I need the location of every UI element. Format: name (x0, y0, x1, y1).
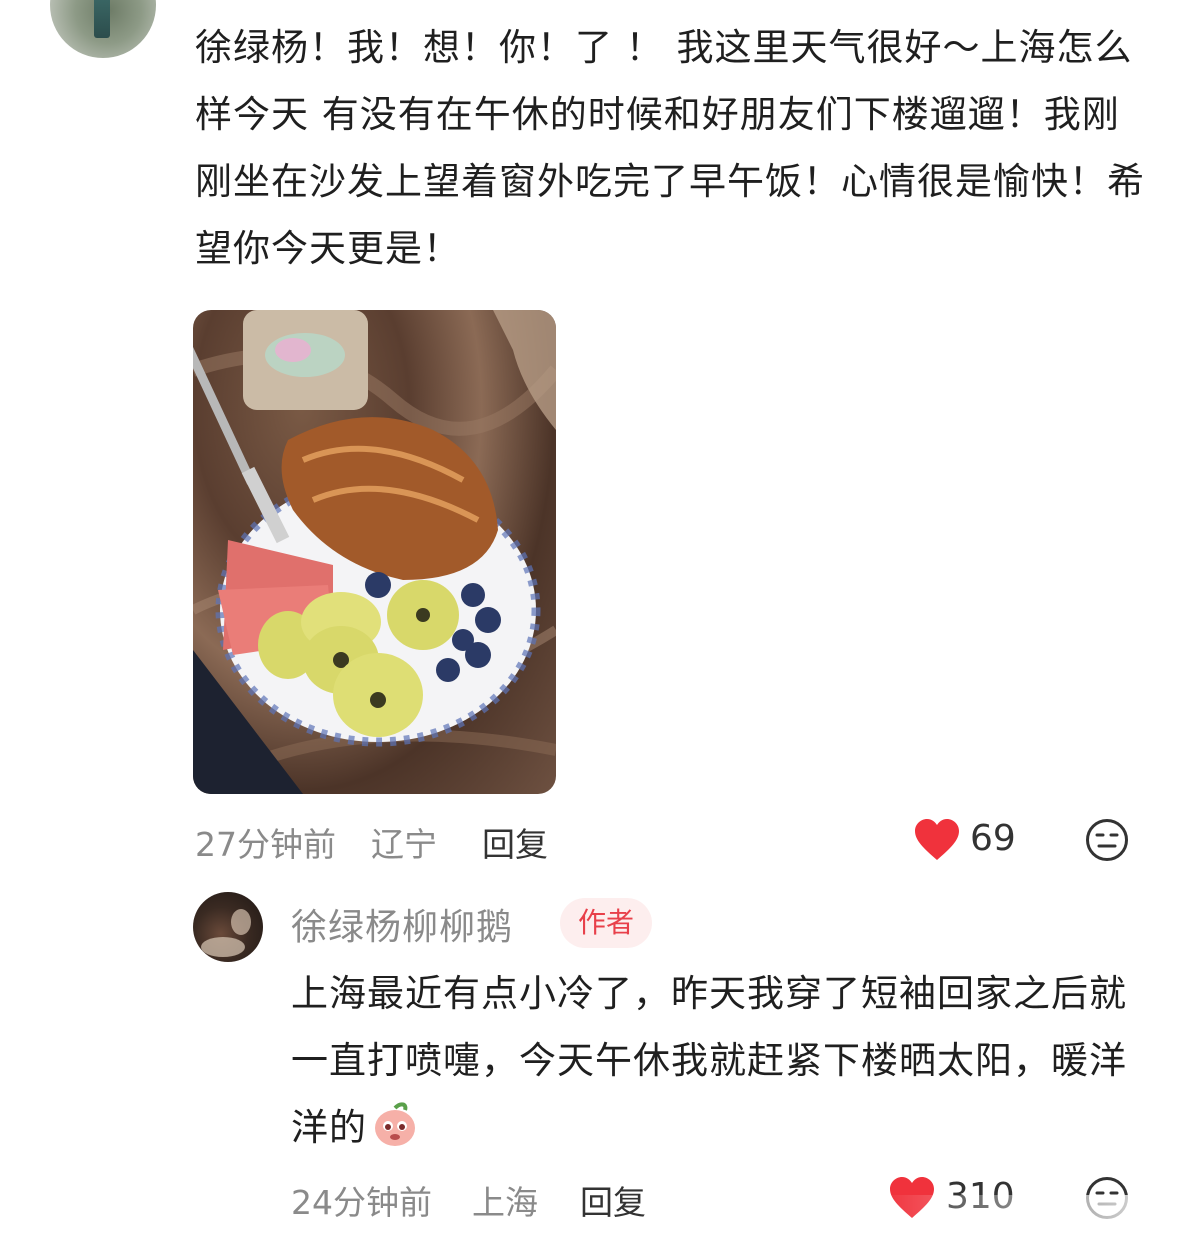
heart-icon[interactable] (913, 818, 961, 862)
comment-text: 徐绿杨！我！想！你！了 ！ 我这里天气很好～上海怎么样今天 有没有在午休的时候和… (195, 26, 1145, 270)
reply-reply-button[interactable]: 回复 (580, 1176, 646, 1224)
peach-emoji (371, 1100, 419, 1148)
comment-photo[interactable] (193, 310, 556, 794)
breakfast-photo-art (193, 310, 556, 794)
like-count: 69 (970, 818, 1016, 859)
comment-time: 27分钟前 (195, 825, 336, 864)
commenter-avatar[interactable] (50, 0, 156, 58)
author-avatar[interactable] (193, 892, 263, 962)
reply-time: 24分钟前 (291, 1183, 432, 1222)
author-name[interactable]: 徐绿杨柳柳鹅 (291, 898, 513, 950)
face-icon[interactable] (1085, 818, 1129, 862)
author-badge: 作者 (560, 898, 652, 948)
avatar-figure (94, 0, 110, 38)
reply-text: 上海最近有点小冷了，昨天我穿了短袖回家之后就一直打喷嚏，今天午休我就赶紧下楼晒太… (291, 960, 1151, 1161)
reply-button[interactable]: 回复 (482, 818, 548, 866)
bottom-fade (880, 1195, 1179, 1250)
reply-location: 上海 (472, 1183, 538, 1222)
comment-location: 辽宁 (371, 825, 437, 864)
